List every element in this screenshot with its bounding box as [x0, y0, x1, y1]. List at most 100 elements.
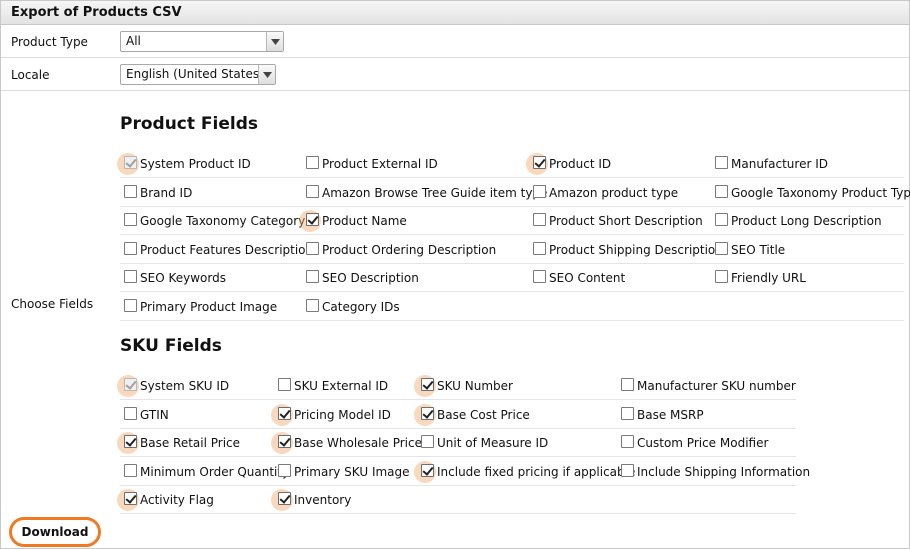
field-option[interactable]: Primary Product Image [120, 293, 277, 321]
download-button[interactable]: Download [9, 517, 101, 547]
checkbox[interactable] [306, 270, 319, 284]
field-option[interactable]: SEO Description [302, 264, 419, 292]
field-option[interactable]: Custom Price Modifier [617, 429, 768, 457]
field-option[interactable]: Product External ID [302, 150, 438, 178]
checkbox-wrapper [617, 463, 637, 480]
field-option[interactable]: Base MSRP [617, 401, 704, 429]
checkbox[interactable] [124, 492, 137, 506]
checkbox[interactable] [421, 378, 434, 391]
checkbox[interactable] [421, 463, 434, 477]
field-option[interactable]: Base Wholesale Price [271, 429, 422, 457]
checkbox[interactable] [124, 270, 137, 284]
field-option[interactable]: Unit of Measure ID [417, 429, 548, 457]
field-option[interactable]: GTIN [120, 401, 169, 429]
product-type-value: All [126, 34, 141, 48]
field-option[interactable]: Amazon Browse Tree Guide item type [302, 179, 547, 207]
checkbox[interactable] [421, 435, 434, 449]
field-label: Product Shipping Description [549, 242, 723, 257]
field-option[interactable]: System Product ID [117, 150, 251, 178]
field-option[interactable]: Base Retail Price [117, 429, 240, 457]
checkbox[interactable] [715, 213, 728, 227]
checkbox[interactable] [421, 406, 434, 420]
checkbox[interactable] [306, 241, 319, 255]
checkbox[interactable] [124, 213, 137, 227]
checkbox-wrapper [617, 435, 637, 451]
checkbox[interactable] [124, 299, 137, 312]
checkbox[interactable] [278, 378, 291, 391]
locale-select[interactable]: English (United States) [120, 64, 276, 85]
checkbox[interactable] [715, 270, 728, 284]
checkbox[interactable] [124, 241, 137, 255]
checkbox[interactable] [124, 463, 137, 477]
checkbox[interactable] [715, 241, 728, 255]
checkbox[interactable] [124, 406, 137, 420]
field-label: Unit of Measure ID [437, 436, 549, 451]
field-option[interactable]: Product Shipping Description [529, 236, 723, 264]
field-option[interactable]: SKU Number [414, 372, 513, 400]
checkbox[interactable] [533, 270, 546, 284]
field-row: Product Features Description Product Orde… [120, 236, 904, 264]
checkbox-wrapper [711, 213, 731, 229]
field-option[interactable]: Base Cost Price [414, 401, 530, 429]
checkbox-wrapper [529, 241, 549, 258]
field-label: Google Taxonomy Category [140, 214, 306, 229]
checkbox[interactable] [533, 241, 546, 255]
field-option[interactable]: Include Shipping Information [617, 458, 810, 486]
field-label: Primary Product Image [140, 300, 278, 314]
checkbox[interactable] [278, 406, 291, 420]
field-option[interactable]: Category IDs [302, 293, 400, 321]
field-option[interactable]: Include fixed pricing if applicable [414, 458, 635, 486]
field-row: Google Taxonomy Category Product Name Prod… [120, 207, 904, 236]
field-option[interactable]: Pricing Model ID [271, 401, 391, 429]
checkbox[interactable] [124, 184, 137, 198]
field-label: Inventory [294, 493, 352, 508]
field-option[interactable]: Product Long Description [711, 207, 882, 235]
checkbox[interactable] [306, 213, 319, 227]
field-option[interactable]: Product Short Description [529, 207, 703, 235]
product-type-select[interactable]: All [120, 31, 284, 52]
field-option[interactable]: Product Features Description [120, 236, 313, 264]
field-option[interactable]: Manufacturer SKU number [617, 372, 796, 400]
field-option[interactable]: Product ID [526, 150, 611, 178]
checkbox[interactable] [306, 184, 319, 198]
checkbox[interactable] [621, 435, 634, 449]
field-option[interactable]: Google Taxonomy Product Type [711, 179, 910, 207]
checkbox[interactable] [278, 463, 291, 477]
chevron-down-icon [258, 65, 275, 84]
field-option[interactable]: Activity Flag [117, 486, 214, 514]
checkbox[interactable] [715, 184, 728, 198]
field-option[interactable]: SEO Keywords [120, 264, 226, 292]
field-option[interactable]: System SKU ID [117, 372, 229, 400]
field-option[interactable]: Manufacturer ID [711, 150, 828, 178]
checkbox[interactable] [278, 435, 291, 449]
checkbox[interactable] [621, 406, 634, 420]
field-label: Base Cost Price [437, 407, 530, 422]
field-option[interactable]: SEO Title [711, 236, 785, 264]
field-option[interactable]: Primary SKU Image [274, 458, 410, 486]
field-label: Brand ID [140, 185, 193, 200]
checkbox[interactable] [621, 378, 634, 391]
field-option[interactable]: Inventory [271, 486, 352, 514]
field-label: Primary SKU Image [294, 464, 410, 479]
checkbox[interactable] [533, 156, 546, 169]
checkbox[interactable] [124, 435, 137, 449]
field-option[interactable]: SEO Content [529, 264, 625, 292]
checkbox[interactable] [715, 156, 728, 169]
field-option[interactable]: Friendly URL [711, 264, 806, 292]
checkbox[interactable] [533, 184, 546, 198]
field-option[interactable]: Product Name [299, 207, 407, 235]
checkbox[interactable] [533, 213, 546, 227]
field-option[interactable]: Google Taxonomy Category [120, 207, 305, 235]
checkbox-wrapper [711, 156, 731, 172]
checkbox[interactable] [621, 463, 634, 477]
checkbox[interactable] [278, 492, 291, 506]
checkbox-wrapper [271, 489, 294, 512]
field-option[interactable]: Amazon product type [529, 179, 678, 207]
checkbox[interactable] [306, 299, 319, 312]
field-option[interactable]: SKU External ID [274, 372, 388, 400]
field-option[interactable]: Brand ID [120, 179, 192, 207]
checkbox[interactable] [306, 156, 319, 169]
field-option[interactable]: Minimum Order Quantity [120, 458, 289, 486]
field-option[interactable]: Product Ordering Description [302, 236, 496, 264]
checkbox-wrapper [529, 270, 549, 286]
